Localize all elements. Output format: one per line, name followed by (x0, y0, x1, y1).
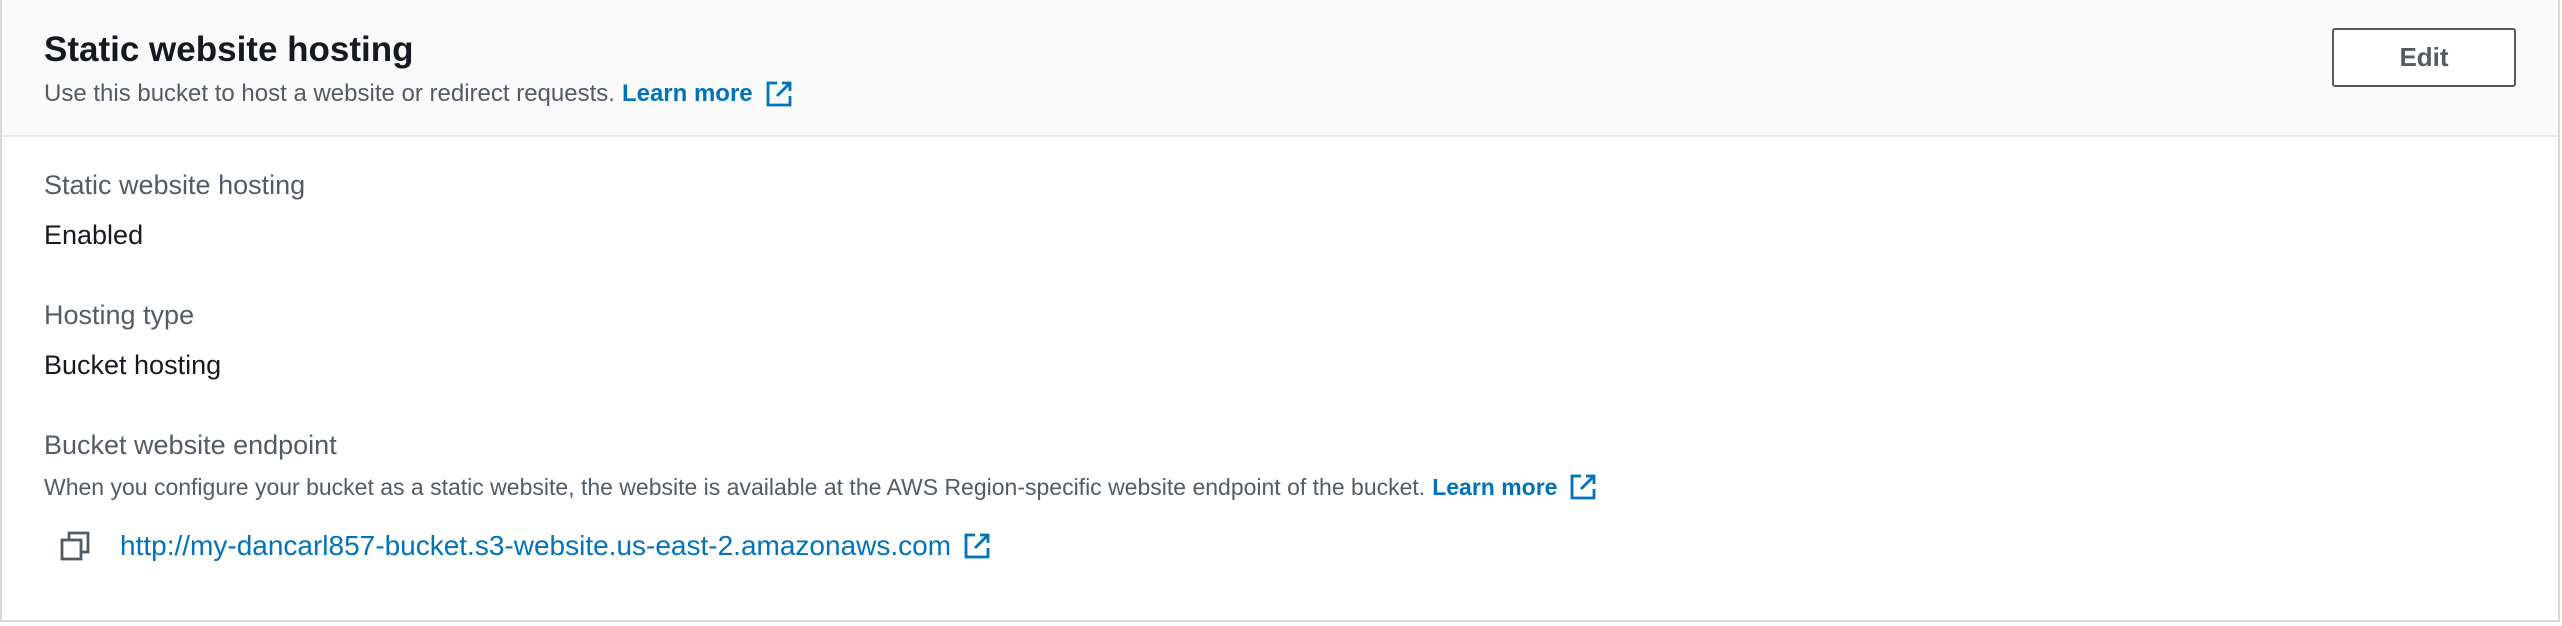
external-link-icon[interactable] (963, 532, 991, 560)
endpoint-description-text: When you configure your bucket as a stat… (44, 473, 1426, 500)
endpoint-url-link[interactable]: http://my-dancarl857-bucket.s3-website.u… (120, 530, 951, 562)
edit-button[interactable]: Edit (2332, 28, 2516, 87)
hosting-status-label: Static website hosting (44, 170, 306, 200)
panel-description-text: Use this bucket to host a website or red… (44, 80, 615, 107)
endpoint-description: When you configure your bucket as a stat… (44, 473, 1597, 501)
endpoint-label: Bucket website endpoint (44, 430, 337, 460)
external-link-icon[interactable] (1569, 473, 1597, 501)
hosting-type-value: Bucket hosting (44, 350, 222, 380)
panel-description: Use this bucket to host a website or red… (44, 80, 793, 108)
hosting-status-value: Enabled (44, 220, 144, 250)
endpoint-learn-more-link[interactable]: Learn more (1432, 474, 1557, 501)
endpoint-row: http://my-dancarl857-bucket.s3-website.u… (60, 530, 991, 562)
external-link-icon[interactable] (765, 80, 793, 108)
hosting-type-label: Hosting type (44, 300, 195, 330)
panel-title: Static website hosting (44, 30, 414, 69)
learn-more-link[interactable]: Learn more (622, 80, 753, 108)
copy-icon[interactable] (60, 531, 90, 561)
static-website-hosting-panel: Static website hosting Use this bucket t… (0, 0, 2560, 622)
panel-header: Static website hosting Use this bucket t… (2, 0, 2558, 137)
